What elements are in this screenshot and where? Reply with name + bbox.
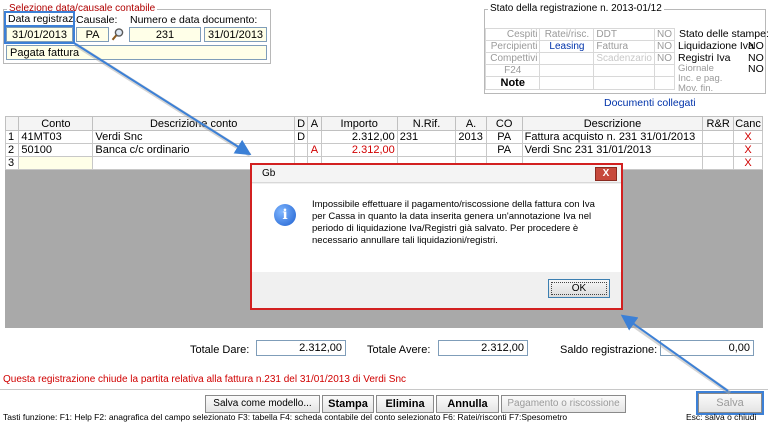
error-dialog: Gb X i Impossibile effettuare il pagamen… (250, 163, 623, 310)
info-icon: i (274, 204, 296, 226)
arrow-from-salva-to-dialog (620, 314, 729, 392)
arrow-to-dialog-from-date (73, 42, 252, 156)
dialog-message: Impossibile effettuare il pagamento/risc… (312, 199, 595, 246)
dialog-title: Gb (252, 165, 621, 183)
dialog-body: i Impossibile effettuare il pagamento/ri… (252, 184, 621, 272)
ok-button[interactable]: OK (548, 279, 610, 298)
close-icon[interactable]: X (595, 167, 617, 181)
